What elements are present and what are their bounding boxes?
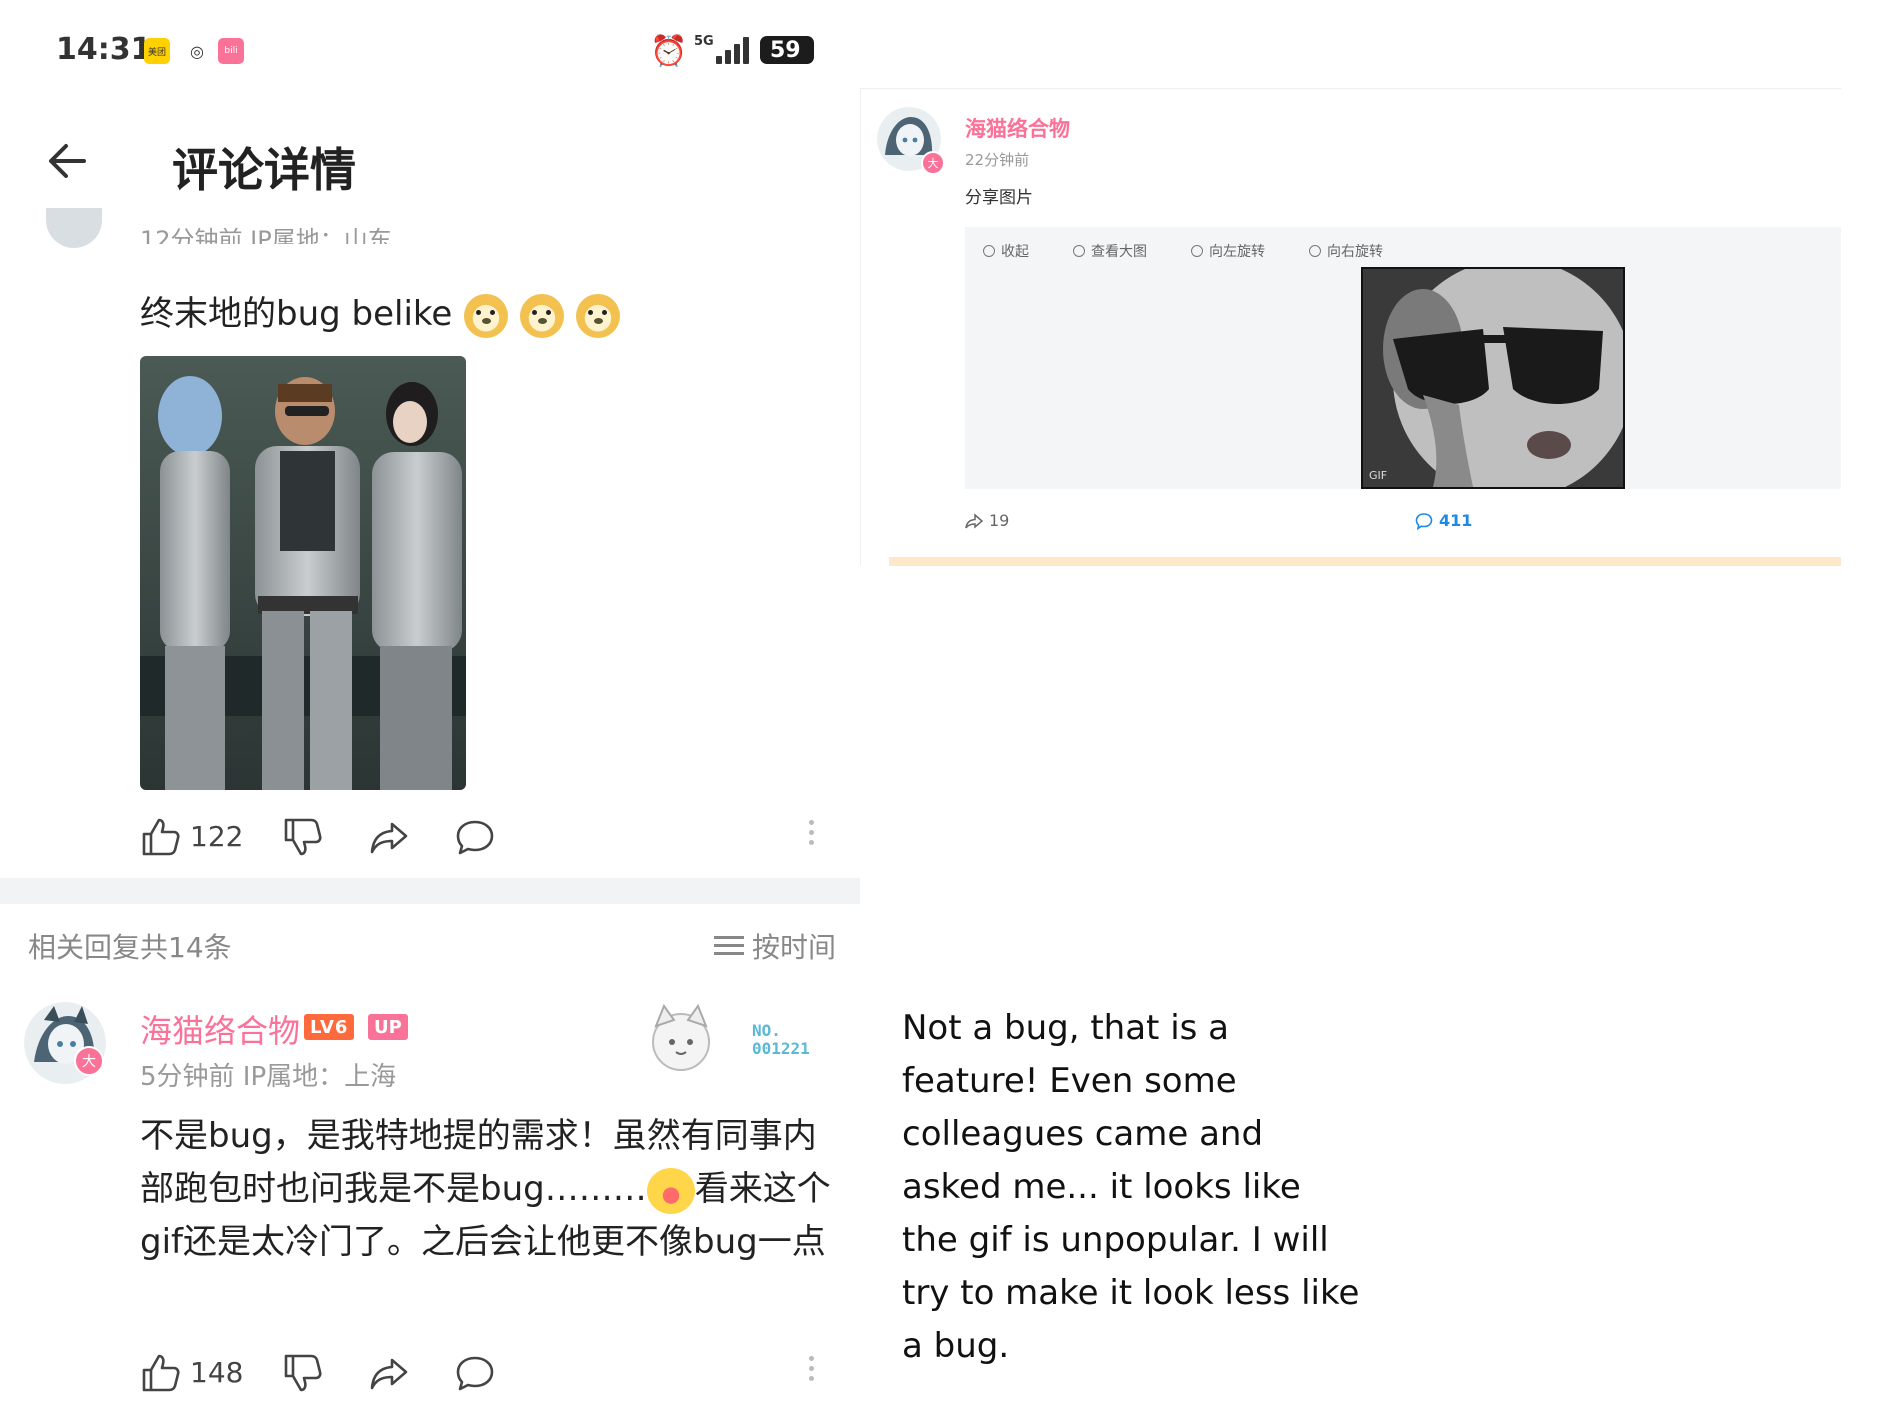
sort-icon <box>714 934 744 958</box>
forward-button[interactable]: 19 <box>965 511 1009 530</box>
network-type: 5G <box>694 34 714 49</box>
app-icon: ◎ <box>184 38 210 64</box>
reply-username[interactable]: 海猫络合物 <box>140 1006 300 1052</box>
up-badge: UP <box>368 1014 408 1040</box>
more-icon[interactable] <box>806 816 816 856</box>
reply-meta: 5分钟前 IP属地：上海 <box>140 1062 397 1092</box>
rotate-left-icon <box>1191 245 1203 257</box>
web-post-time: 22分钟前 <box>965 151 1030 169</box>
dislike-icon[interactable] <box>282 1352 324 1394</box>
page-title: 评论详情 <box>172 143 356 197</box>
status-time: 14:31 <box>56 32 152 67</box>
reply-text: 不是bug，是我特地提的需求！虽然有同事内部跑包时也问我是不是bug……… 看来这… <box>140 1110 840 1269</box>
image-viewer: 收起 查看大图 向左旋转 向右旋转 GIF <box>965 227 1841 489</box>
web-username[interactable]: 海猫络合物 <box>965 113 1070 143</box>
forward-icon <box>965 512 983 529</box>
card-bottom-bar <box>889 557 1841 566</box>
fan-number: NO. 001221 <box>752 1021 810 1058</box>
share-icon[interactable] <box>368 816 410 858</box>
level-badge: LV6 <box>304 1014 355 1040</box>
like-count: 148 <box>190 1356 244 1389</box>
reply-icon[interactable] <box>454 1352 496 1394</box>
gif-watermark: GIF <box>1369 469 1387 482</box>
replies-count: 相关回复共14条 <box>28 931 232 964</box>
like-icon[interactable] <box>140 816 182 858</box>
share-icon[interactable] <box>368 1352 410 1394</box>
comment-image[interactable] <box>140 356 466 790</box>
rotate-right-label: 向右旋转 <box>1327 244 1383 260</box>
rotate-right-icon <box>1309 245 1321 257</box>
collapse-button[interactable]: 收起 <box>983 241 1029 261</box>
crying-emoji <box>646 1167 695 1214</box>
bilibili-icon: bili <box>218 38 244 64</box>
translation-caption: Not a bug, that is a feature! Even some … <box>902 1008 1360 1366</box>
more-icon[interactable] <box>806 1352 816 1392</box>
reply-actions: 148 <box>140 1352 840 1396</box>
comment-count: 411 <box>1439 511 1473 530</box>
doge-emoji <box>520 293 565 338</box>
battery-icon: 59 <box>760 36 814 64</box>
phone-screen: 14:31 美团 ◎ bili ⏰ 5G 59 评论详情 12分钟前 IP属地：… <box>0 0 860 1410</box>
sort-by-time-button[interactable]: 按时间 <box>714 926 836 966</box>
comment-icon <box>1415 512 1433 530</box>
reply-icon[interactable] <box>454 816 496 858</box>
dislike-icon[interactable] <box>282 816 324 858</box>
sort-label: 按时间 <box>752 931 837 964</box>
doge-emoji <box>464 293 509 338</box>
comment-meta: 12分钟前 IP属地：山东 <box>140 226 392 244</box>
rotate-left-button[interactable]: 向左旋转 <box>1191 241 1265 261</box>
meituan-icon: 美团 <box>144 38 170 64</box>
comment-text-content: 终末地的bug belike <box>140 294 453 334</box>
collapse-icon <box>983 245 995 257</box>
section-divider <box>0 878 860 904</box>
forward-count: 19 <box>989 511 1010 530</box>
avatar-badge: 大 <box>921 151 945 175</box>
comments-button[interactable]: 411 <box>1415 511 1472 530</box>
signal-icon <box>716 36 750 64</box>
alarm-icon: ⏰ <box>650 34 688 69</box>
view-large-button[interactable]: 查看大图 <box>1073 241 1147 261</box>
web-post-card: 大 海猫络合物 22分钟前 分享图片 收起 查看大图 向左旋转 向右旋转 GIF <box>860 88 1841 566</box>
like-count: 122 <box>190 820 244 853</box>
doge-emoji <box>576 293 621 338</box>
back-arrow-icon[interactable] <box>44 138 90 184</box>
zoom-icon <box>1073 245 1085 257</box>
like-icon[interactable] <box>140 1352 182 1394</box>
comment-actions: 122 <box>140 816 840 860</box>
sunglasses-gif[interactable]: GIF <box>1361 267 1625 489</box>
rotate-left-label: 向左旋转 <box>1209 244 1265 260</box>
web-post-description: 分享图片 <box>965 188 1033 208</box>
avatar-badge: 大 <box>74 1046 104 1076</box>
collapse-label: 收起 <box>1001 244 1029 260</box>
comment-text: 终末地的bug belike <box>140 286 621 338</box>
fan-badge-icon[interactable] <box>642 998 720 1076</box>
rotate-right-button[interactable]: 向右旋转 <box>1309 241 1383 261</box>
comment-avatar[interactable] <box>46 208 102 248</box>
view-large-label: 查看大图 <box>1091 244 1147 260</box>
